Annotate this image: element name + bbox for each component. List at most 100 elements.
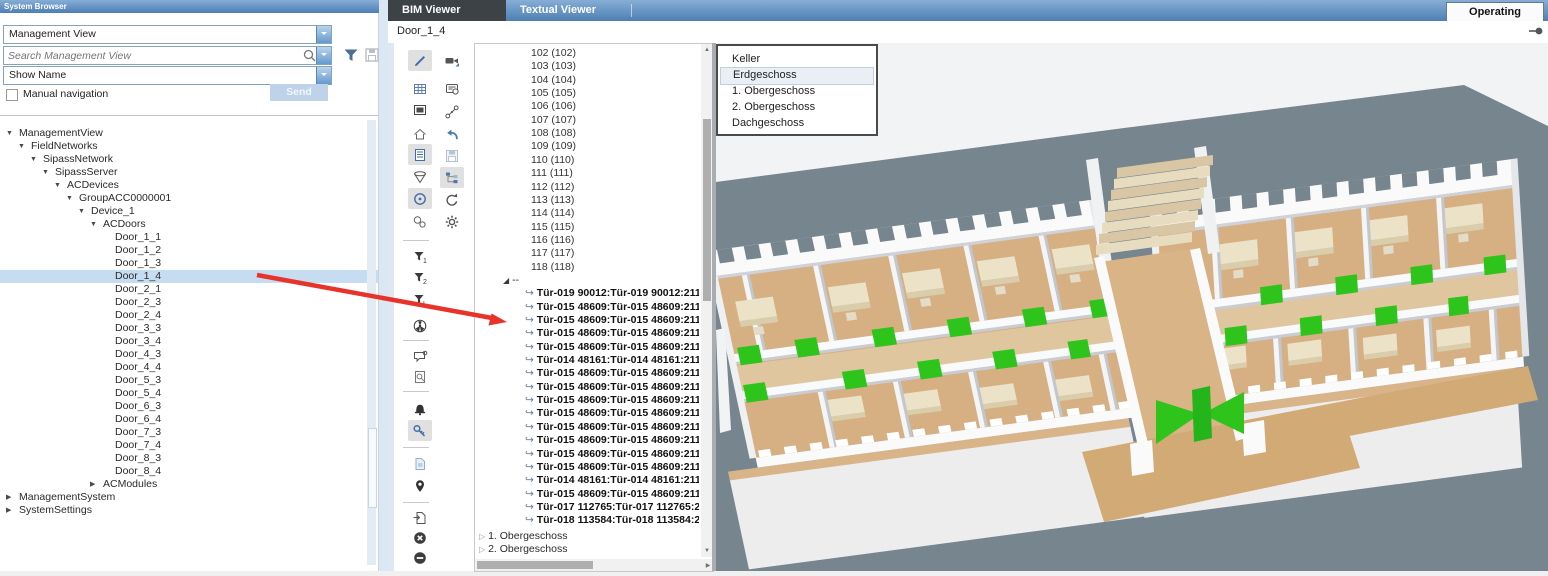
room-item[interactable]: 106 (106) bbox=[531, 100, 576, 113]
room-item[interactable]: 107 (107) bbox=[531, 114, 576, 127]
room-item[interactable]: 115 (115) bbox=[531, 221, 574, 234]
tree-item-Door_7_3[interactable]: Door_7_3 bbox=[0, 426, 378, 439]
door-list-item[interactable]: ↪ Tür-015 48609:Tür-015 48609:211653 bbox=[525, 488, 699, 501]
tree-item-Door_5_3[interactable]: Door_5_3 bbox=[0, 374, 378, 387]
minus-icon[interactable] bbox=[408, 547, 432, 568]
grid-icon[interactable] bbox=[408, 78, 432, 99]
door-list-item[interactable]: ↪ Tür-015 48609:Tür-015 48609:211645 bbox=[525, 394, 699, 407]
door-list-item[interactable]: ↪ Tür-017 112765:Tür-017 112765:211680 bbox=[525, 501, 699, 514]
door-list-item[interactable]: ↪ Tür-015 48609:Tür-015 48609:211636 bbox=[525, 301, 699, 314]
scroll-up-arrow[interactable]: ▲ bbox=[702, 46, 712, 54]
tree-item-ACDevices[interactable]: ▼ACDevices bbox=[0, 179, 378, 192]
room-item[interactable]: 116 (116) bbox=[531, 234, 574, 247]
scroll-down-arrow[interactable]: ▼ bbox=[702, 547, 712, 555]
bim-3d-viewport[interactable]: KellerErdgeschoss1. Obergeschoss2. Oberg… bbox=[712, 43, 1548, 571]
room-item[interactable]: 110 (110) bbox=[531, 154, 574, 167]
tree-item-Door_1_1[interactable]: Door_1_1 bbox=[0, 231, 378, 244]
cancel-icon[interactable] bbox=[408, 527, 432, 548]
home-icon[interactable] bbox=[408, 123, 432, 144]
room-item[interactable]: 112 (112) bbox=[531, 181, 574, 194]
key-icon[interactable] bbox=[408, 420, 432, 441]
tree-item-Door_4_4[interactable]: Door_4_4 bbox=[0, 361, 378, 374]
picture-icon[interactable] bbox=[408, 99, 432, 120]
door-list-item[interactable]: ↪ Tür-019 90012:Tür-019 90012:211607 bbox=[525, 287, 699, 300]
tree-item-SystemSettings[interactable]: ▶SystemSettings bbox=[0, 504, 378, 517]
tree-item-Door_2_3[interactable]: Door_2_3 bbox=[0, 296, 378, 309]
room-item[interactable]: 102 (102) bbox=[531, 47, 576, 60]
export-icon[interactable] bbox=[408, 507, 432, 528]
camera-icon[interactable] bbox=[440, 50, 464, 71]
door-list-item[interactable]: ↪ Tür-015 48609:Tür-015 48609:211648 bbox=[525, 434, 699, 447]
floor-option-Keller[interactable]: Keller bbox=[720, 51, 874, 67]
door-group-node[interactable]: ◢ -- bbox=[503, 274, 519, 287]
tree-item-Door_3_4[interactable]: Door_3_4 bbox=[0, 335, 378, 348]
settings-icon[interactable] bbox=[440, 211, 464, 232]
undo-icon[interactable] bbox=[440, 124, 464, 145]
door-list-item[interactable]: ↪ Tür-015 48609:Tür-015 48609:211642 bbox=[525, 367, 699, 380]
door-list-item[interactable]: ↪ Tür-014 48161:Tür-014 48161:211641 bbox=[525, 354, 699, 367]
tree-item-Door_8_4[interactable]: Door_8_4 bbox=[0, 465, 378, 478]
tree-item-Door_3_3[interactable]: Door_3_3 bbox=[0, 322, 378, 335]
tree-item-Door_2_1[interactable]: Door_2_1 bbox=[0, 283, 378, 296]
target-icon[interactable] bbox=[408, 188, 432, 209]
pin-icon[interactable] bbox=[1528, 24, 1544, 43]
tree-item-SipassServer[interactable]: ▼SipassServer bbox=[0, 166, 378, 179]
room-item[interactable]: 113 (113) bbox=[531, 194, 574, 207]
cone-icon[interactable] bbox=[408, 166, 432, 187]
room-item[interactable]: 114 (114) bbox=[531, 207, 574, 220]
tree-item-Door_1_3[interactable]: Door_1_3 bbox=[0, 257, 378, 270]
markup-pen-icon[interactable] bbox=[408, 50, 432, 71]
door-list-item[interactable]: ↪ Tür-014 48161:Tür-014 48161:211652 bbox=[525, 474, 699, 487]
floor-tree-item[interactable]: ▷ 1. Obergeschoss bbox=[479, 530, 567, 543]
save-icon[interactable] bbox=[440, 145, 464, 166]
room-item[interactable]: 105 (105) bbox=[531, 87, 576, 100]
filter-1-icon[interactable]: 1 bbox=[408, 246, 432, 267]
radiation-icon[interactable] bbox=[408, 315, 432, 336]
door-list-item[interactable]: ↪ Tür-015 48609:Tür-015 48609:211647 bbox=[525, 421, 699, 434]
tree-item-Door_2_4[interactable]: Door_2_4 bbox=[0, 309, 378, 322]
tree-view-icon[interactable] bbox=[440, 167, 464, 188]
tree-item-Door_1_2[interactable]: Door_1_2 bbox=[0, 244, 378, 257]
tree-item-Door_5_4[interactable]: Door_5_4 bbox=[0, 387, 378, 400]
floor-option-Dachgeschoss[interactable]: Dachgeschoss bbox=[720, 115, 874, 131]
list-hscrollbar-thumb[interactable] bbox=[477, 561, 593, 569]
link-icon[interactable] bbox=[408, 211, 432, 232]
note-icon[interactable] bbox=[440, 78, 464, 99]
doc-search-icon[interactable] bbox=[408, 366, 432, 387]
tree-item-ManagementSystem[interactable]: ▶ManagementSystem bbox=[0, 491, 378, 504]
tree-item-SipassNetwork[interactable]: ▼SipassNetwork bbox=[0, 153, 378, 166]
floor-option-2. Obergeschoss[interactable]: 2. Obergeschoss bbox=[720, 99, 874, 115]
list-vscrollbar-thumb[interactable] bbox=[703, 119, 711, 301]
door-list-item[interactable]: ↪ Tür-018 113584:Tür-018 113584:211682 bbox=[525, 514, 699, 527]
tree-item-ACModules[interactable]: ▶ACModules bbox=[0, 478, 378, 491]
tree-item-Door_8_3[interactable]: Door_8_3 bbox=[0, 452, 378, 465]
operating-tab[interactable]: Operating bbox=[1446, 2, 1544, 22]
door-list-item[interactable]: ↪ Tür-015 48609:Tür-015 48609:211637 bbox=[525, 314, 699, 327]
bell-icon[interactable] bbox=[408, 398, 432, 419]
tree-item-ManagementView[interactable]: ▼ManagementView bbox=[0, 127, 378, 140]
tree-scrollbar-thumb[interactable] bbox=[368, 428, 377, 508]
room-item[interactable]: 108 (108) bbox=[531, 127, 576, 140]
route-icon[interactable] bbox=[440, 101, 464, 122]
room-item[interactable]: 104 (104) bbox=[531, 74, 576, 87]
door-list-item[interactable]: ↪ Tür-015 48609:Tür-015 48609:211646 bbox=[525, 407, 699, 420]
room-item[interactable]: 117 (117) bbox=[531, 247, 574, 260]
refresh-icon[interactable] bbox=[440, 189, 464, 210]
door-list-item[interactable]: ↪ Tür-015 48609:Tür-015 48609:211639 bbox=[525, 341, 699, 354]
room-item[interactable]: 111 (111) bbox=[531, 167, 573, 180]
tree-item-ACDoors[interactable]: ▼ACDoors bbox=[0, 218, 378, 231]
floor-option-1. Obergeschoss[interactable]: 1. Obergeschoss bbox=[720, 83, 874, 99]
list-hscrollbar[interactable]: ▶ bbox=[475, 559, 713, 571]
list-panel-icon[interactable] bbox=[408, 144, 432, 165]
filter-l-icon[interactable]: L bbox=[408, 289, 432, 310]
tree-item-Door_4_3[interactable]: Door_4_3 bbox=[0, 348, 378, 361]
tree-item-GroupACC0000001[interactable]: ▼GroupACC0000001 bbox=[0, 192, 378, 205]
door-list-item[interactable]: ↪ Tür-015 48609:Tür-015 48609:211638 bbox=[525, 327, 699, 340]
tree-scrollbar[interactable] bbox=[367, 120, 376, 565]
tab-textual-viewer[interactable]: Textual Viewer bbox=[506, 0, 610, 21]
room-item[interactable]: 109 (109) bbox=[531, 140, 576, 153]
location-pin-icon[interactable] bbox=[408, 475, 432, 496]
door-list-item[interactable]: ↪ Tür-015 48609:Tür-015 48609:211649 bbox=[525, 448, 699, 461]
filter-2-icon[interactable]: 2 bbox=[408, 267, 432, 288]
panel-splitter[interactable] bbox=[379, 0, 388, 571]
